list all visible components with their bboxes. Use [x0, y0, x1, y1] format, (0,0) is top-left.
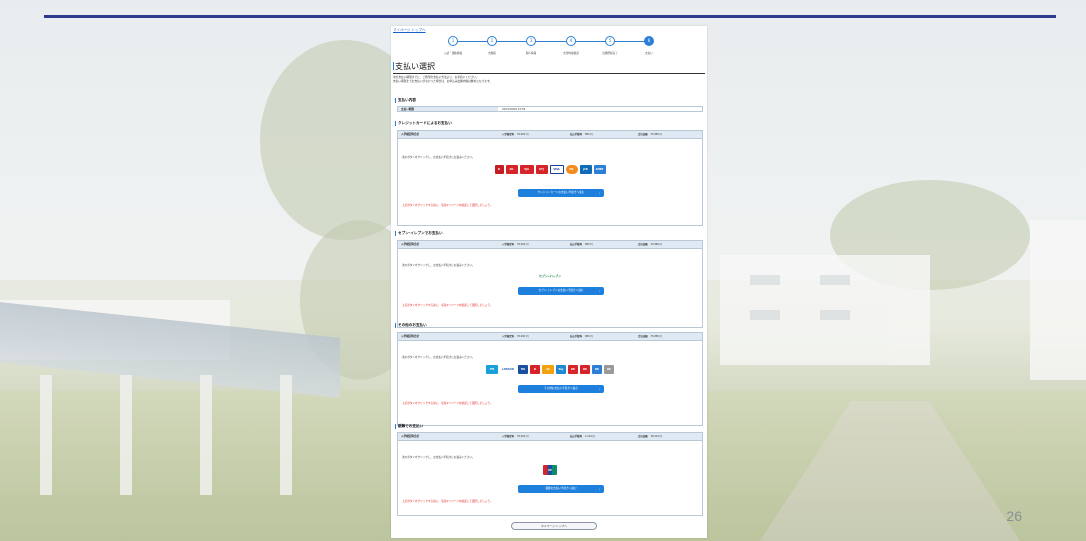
warning-text: 上記ボタンをクリックする前に、今週マイページを確認して選択しましょう。 — [402, 204, 493, 207]
section-heading-unionpay: 銀聯でお支払い — [395, 424, 423, 429]
section-heading-summary: 支払い内容 — [395, 98, 416, 103]
other-pay-button[interactable]: その他お支払い手続きへ進む › — [518, 385, 604, 393]
payment-selection-screenshot: マイページ トップへ 1 入試・選抜情報 2 志願者 3 個人情報 4 志望内容… — [391, 26, 707, 538]
step-dot: 2 — [487, 36, 497, 46]
step-dot: 4 — [566, 36, 576, 46]
breadcrumb-mypage-link[interactable]: マイページ トップへ — [393, 28, 426, 33]
step-dot: 5 — [605, 36, 615, 46]
bank-icon: BK — [580, 365, 590, 374]
convenience-store-logos: FM LAWSON MS D SC Pay BK BK BK BK — [398, 365, 702, 374]
warning-text: 上記ボタンをクリックする前に、今週マイページを確認して選択しましょう。 — [402, 304, 493, 307]
step-5: 5 出願登録完了 — [590, 36, 630, 55]
mastercard-icon: MC — [565, 165, 578, 174]
visa-icon: VISA — [549, 165, 564, 174]
slide-number: 26 — [1006, 508, 1022, 524]
chevron-right-icon: › — [598, 487, 600, 491]
step-dot: 6 — [644, 36, 654, 46]
seven-eleven-logo: セブン‐イレブン — [398, 271, 702, 280]
deadline-value: 2023/10/09 23:59 — [502, 108, 526, 111]
fee-header: 入学検定料合計 入学検定料 35,000 円 払込手数料 880 円 合計金額 35,… — [398, 131, 702, 139]
slide-top-rule — [44, 15, 1056, 18]
payeasy-icon: Pay — [556, 365, 566, 374]
section-heading-other: その他のお支払い — [395, 323, 427, 328]
warning-text: 上記ボタンをクリックする前に、今週マイページを確認して選択しましょう。 — [402, 402, 493, 405]
unionpay-icon: UP — [543, 465, 557, 475]
notice-text: 次の支払い期限までに、ご希望の支払い方法より、お手続いください。 支払い期限まで… — [393, 75, 493, 83]
page-title: 支払い選択 — [393, 62, 705, 74]
summary-row: 支払い期限 2023/10/09 23:59 — [397, 106, 703, 112]
chevron-right-icon: › — [598, 387, 600, 391]
jcb-icon: JCB — [579, 165, 592, 174]
other-payment-box: 入学検定料合計 入学検定料 35,000 円 払込手数料 880 円 合計金額 35,… — [397, 332, 703, 426]
diners-icon: D — [494, 165, 504, 174]
bank-icon: BK — [592, 365, 602, 374]
step-label: 志願者 — [488, 52, 496, 55]
instruction-text: 次のボタンをクリックし、お支払い手続きにお進みください。 — [402, 156, 475, 159]
back-to-mypage-button[interactable]: マイページ トップへ — [511, 522, 597, 530]
section-heading-credit: クレジットカードによるお支払い — [395, 121, 452, 126]
step-dot: 3 — [526, 36, 536, 46]
credit-pay-button[interactable]: クレジットカードお支払い手続きへ進む › — [518, 189, 604, 197]
ministop-icon: MS — [518, 365, 528, 374]
step-label: 個人情報 — [525, 52, 537, 55]
lawson-icon: LAWSON — [500, 365, 516, 374]
step-label: 支払い — [645, 52, 653, 55]
seven-eleven-pay-button[interactable]: セブン‐イレブンお支払い手続きへ進む › — [518, 287, 604, 295]
chevron-right-icon: › — [598, 289, 600, 293]
step-1: 1 入試・選抜情報 — [433, 36, 473, 55]
seven-eleven-payment-box: 入学検定料合計 入学検定料 35,000 円 払込手数料 880 円 合計金額 35,… — [397, 240, 703, 328]
seven-eleven-icon: セブン‐イレブン — [531, 271, 569, 280]
unionpay-logo: UP — [398, 465, 702, 475]
seicomart-icon: SC — [542, 365, 554, 374]
instruction-text: 次のボタンをクリックし、お支払い手続きにお進みください。 — [402, 456, 475, 459]
ufj-card-icon: UFJ — [535, 165, 548, 174]
daily-yamazaki-icon: D — [530, 365, 540, 374]
dc-card-icon: DC — [505, 165, 518, 174]
step-3: 3 個人情報 — [511, 36, 551, 55]
amex-icon: AMEX — [593, 165, 606, 174]
progress-steps: 1 入試・選抜情報 2 志願者 3 個人情報 4 志望内容確認 5 出願登録完了… — [441, 36, 661, 62]
step-6-current: 6 支払い — [629, 36, 669, 55]
fee-header: 入学検定料合計 入学検定料 35,000 円 払込手数料 880 円 合計金額 35,… — [398, 333, 702, 341]
chevron-right-icon: › — [598, 191, 600, 195]
step-label: 入試・選抜情報 — [443, 52, 463, 55]
fee-header: 入学検定料合計 入学検定料 35,000 円 払込手数料 880 円 合計金額 35,… — [398, 241, 702, 249]
deadline-label: 支払い期限 — [398, 107, 498, 111]
bank-icon: BK — [604, 365, 614, 374]
section-heading-seven-eleven: セブン-イレブンでお支払い — [395, 231, 443, 236]
step-dot: 1 — [448, 36, 458, 46]
credit-payment-box: 入学検定料合計 入学検定料 35,000 円 払込手数料 880 円 合計金額 35,… — [397, 130, 703, 226]
vja-card-icon: VJA — [519, 165, 534, 174]
familymart-icon: FM — [486, 365, 498, 374]
card-brand-logos: D DC VJA UFJ VISA MC JCB AMEX — [398, 165, 702, 174]
step-label: 出願登録完了 — [602, 52, 618, 55]
instruction-text: 次のボタンをクリックし、お支払い手続きにお進みください。 — [402, 356, 475, 359]
step-4: 4 志望内容確認 — [551, 36, 591, 55]
instruction-text: 次のボタンをクリックし、お支払い手続きにお進みください。 — [402, 264, 475, 267]
unionpay-payment-box: 入学検定料合計 入学検定料 35,000 円 払込手数料 1,210 円 合計金額 3… — [397, 432, 703, 516]
fee-header: 入学検定料合計 入学検定料 35,000 円 払込手数料 1,210 円 合計金額 3… — [398, 433, 702, 441]
warning-text: 上記ボタンをクリックする前に、今週マイページを確認して選択しましょう。 — [402, 500, 493, 503]
bank-icon: BK — [568, 365, 578, 374]
step-label: 志望内容確認 — [563, 52, 579, 55]
unionpay-pay-button[interactable]: 銀聯お支払い手続きへ進む › — [518, 485, 604, 493]
step-2: 2 志願者 — [472, 36, 512, 55]
